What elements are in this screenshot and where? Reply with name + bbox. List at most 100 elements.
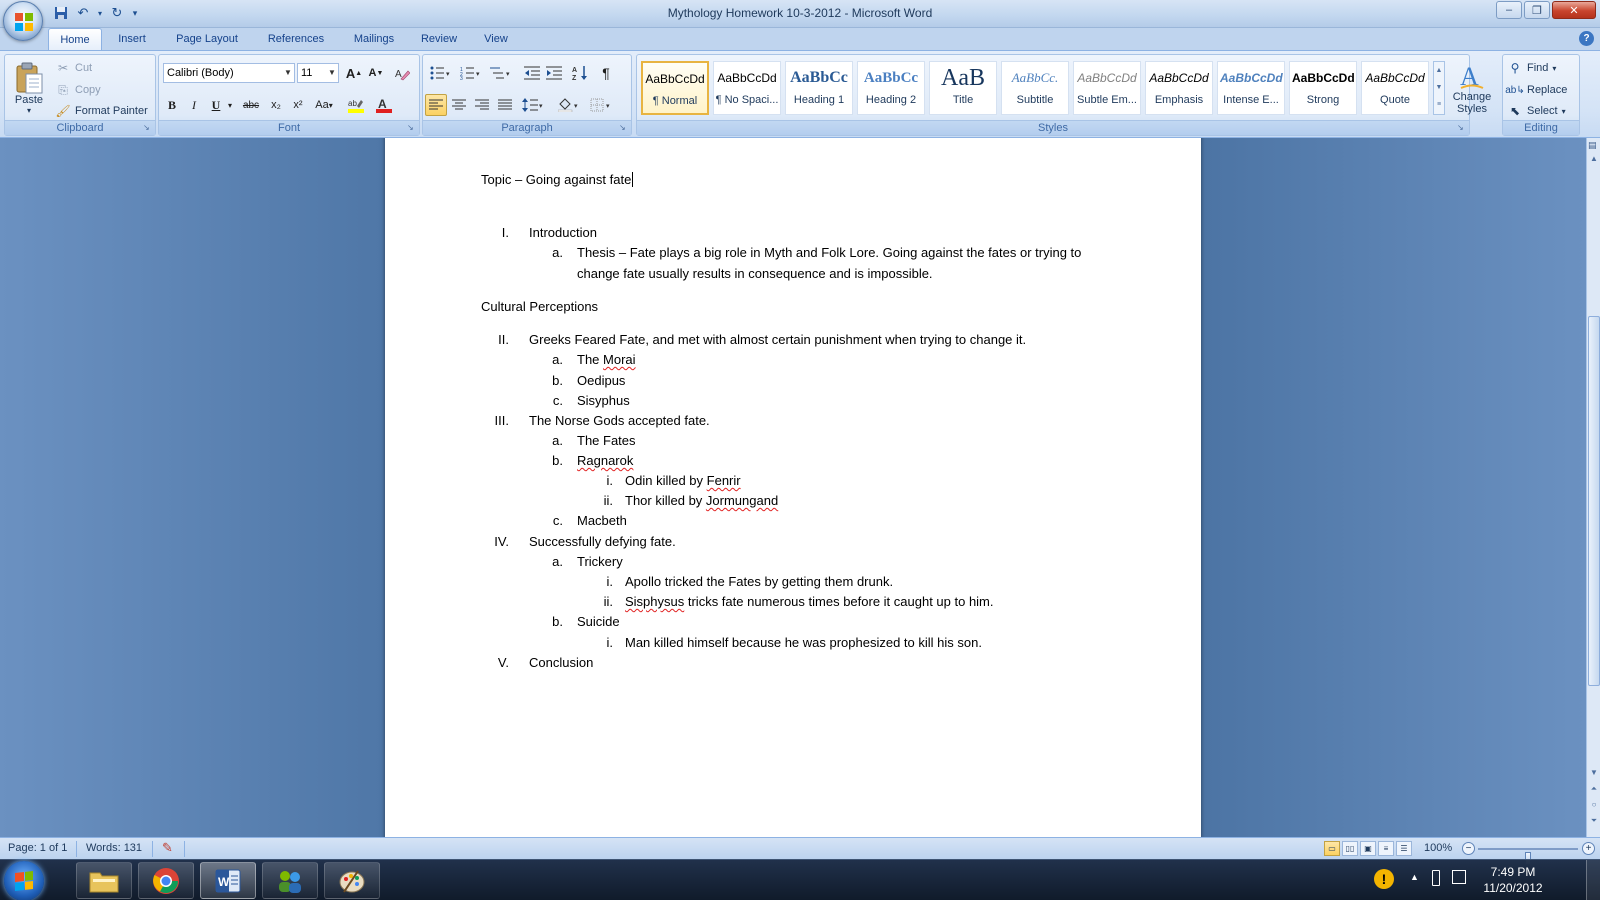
start-button[interactable] <box>4 861 44 900</box>
scrollbar-thumb[interactable] <box>1588 316 1600 686</box>
outline-item[interactable]: Apollo tricked the Fates by getting them… <box>625 574 893 589</box>
align-center-button[interactable] <box>448 94 470 116</box>
outline-item[interactable]: Greeks Feared Fate, and met with almost … <box>529 332 1026 347</box>
outline-item[interactable]: Thor killed by Jormungand <box>625 493 778 508</box>
style-no-spacing[interactable]: AaBbCcDd ¶ No Spaci... <box>713 61 781 115</box>
outline-item-continuation[interactable]: change fate usually results in consequen… <box>577 266 933 281</box>
outline-item[interactable]: Macbeth <box>577 513 627 528</box>
clipboard-launcher-icon[interactable]: ↘ <box>143 123 153 133</box>
align-right-button[interactable] <box>471 94 493 116</box>
strikethrough-button[interactable]: abc <box>239 94 263 116</box>
style-subtitle[interactable]: AaBbCc. Subtitle <box>1001 61 1069 115</box>
style-title[interactable]: AaB Title <box>929 61 997 115</box>
subscript-button[interactable]: x₂ <box>265 94 287 116</box>
outline-item[interactable]: Conclusion <box>529 655 593 670</box>
style-intense-emphasis[interactable]: AaBbCcDd Intense E... <box>1217 61 1285 115</box>
outline-item[interactable]: Sisyphus <box>577 393 630 408</box>
tab-references[interactable]: References <box>258 28 334 50</box>
tab-review[interactable]: Review <box>414 28 464 50</box>
borders-button[interactable]: ▾ <box>587 94 615 116</box>
bullets-button[interactable]: ▾ <box>427 62 455 84</box>
outline-item[interactable]: Introduction <box>529 225 597 240</box>
word-count[interactable]: Words: 131 <box>86 842 142 854</box>
outline-item[interactable]: Suicide <box>577 614 620 629</box>
shrink-font-button[interactable]: A ▼ <box>365 62 387 84</box>
close-button[interactable]: ✕ <box>1552 1 1596 19</box>
styles-launcher-icon[interactable]: ↘ <box>1457 123 1467 133</box>
paste-button[interactable]: Paste ▾ <box>9 57 49 119</box>
scroll-up-arrow-icon[interactable]: ▲ <box>1588 154 1600 168</box>
maximize-button[interactable]: ❐ <box>1524 1 1550 19</box>
taskbar-people[interactable] <box>262 862 318 899</box>
minimize-button[interactable]: – <box>1496 1 1522 19</box>
increase-indent-button[interactable] <box>543 62 565 84</box>
draft-view-button[interactable]: ☰ <box>1396 841 1412 856</box>
grow-font-button[interactable]: A ▲ <box>343 62 365 84</box>
tab-insert[interactable]: Insert <box>108 28 156 50</box>
font-color-button[interactable]: A <box>371 94 397 116</box>
proofing-error-icon[interactable]: ✎ <box>162 840 173 856</box>
underline-dropdown-icon[interactable]: ▾ <box>225 94 235 116</box>
print-layout-view-button[interactable]: ▭ <box>1324 841 1340 856</box>
change-styles-button[interactable]: A Change Styles <box>1452 55 1492 121</box>
style-heading-2[interactable]: AaBbCc Heading 2 <box>857 61 925 115</box>
outline-item[interactable]: Sisphysus tricks fate numerous times bef… <box>625 594 994 609</box>
replace-button[interactable]: ab↳ Replace <box>1505 80 1567 100</box>
section-heading[interactable]: Cultural Perceptions <box>481 299 598 314</box>
network-icon[interactable] <box>1452 870 1466 884</box>
style-quote[interactable]: AaBbCcDd Quote <box>1361 61 1429 115</box>
vertical-scrollbar[interactable]: ▤ ▲ ▼ ⏶ ○ ⏷ <box>1586 138 1600 837</box>
page-count[interactable]: Page: 1 of 1 <box>8 842 67 854</box>
taskbar-clock[interactable]: 7:49 PM 11/20/2012 <box>1478 864 1548 896</box>
highlight-color-button[interactable]: ab <box>343 94 369 116</box>
taskbar-paint[interactable] <box>324 862 380 899</box>
font-launcher-icon[interactable]: ↘ <box>407 123 417 133</box>
document-page[interactable]: Topic – Going against fate I. Introducti… <box>385 138 1201 837</box>
show-hidden-icons-icon[interactable]: ▲ <box>1410 872 1419 882</box>
clear-formatting-icon[interactable]: A <box>391 62 413 84</box>
copy-button[interactable]: ⎘ Copy <box>55 80 101 100</box>
help-icon[interactable]: ? <box>1579 31 1594 46</box>
outline-item[interactable]: Successfully defying fate. <box>529 534 676 549</box>
paragraph-launcher-icon[interactable]: ↘ <box>619 123 629 133</box>
multilevel-list-button[interactable]: ▾ <box>487 62 515 84</box>
outline-item[interactable]: The Fates <box>577 433 636 448</box>
font-name-combo[interactable]: Calibri (Body) ▼ <box>163 63 295 83</box>
outline-item[interactable]: The Morai <box>577 352 636 367</box>
office-button[interactable] <box>3 1 43 41</box>
zoom-in-button[interactable]: + <box>1582 842 1595 855</box>
decrease-indent-button[interactable] <box>521 62 543 84</box>
battery-icon[interactable] <box>1432 870 1440 886</box>
style-subtle-emphasis[interactable]: AaBbCcDd Subtle Em... <box>1073 61 1141 115</box>
zoom-slider[interactable] <box>1478 848 1578 865</box>
view-ruler-icon[interactable]: ▤ <box>1588 140 1599 152</box>
full-screen-reading-view-button[interactable]: ▯▯ <box>1342 841 1358 856</box>
tab-view[interactable]: View <box>476 28 516 50</box>
web-layout-view-button[interactable]: ▣ <box>1360 841 1376 856</box>
select-button[interactable]: ⬉ Select ▾ <box>1507 101 1566 121</box>
outline-item[interactable]: Oedipus <box>577 373 625 388</box>
zoom-out-button[interactable]: − <box>1462 842 1475 855</box>
style-strong[interactable]: AaBbCcDd Strong <box>1289 61 1357 115</box>
shading-button[interactable]: ▾ <box>555 94 583 116</box>
bold-button[interactable]: B <box>161 94 183 116</box>
scroll-down-arrow-icon[interactable]: ▼ <box>1588 768 1600 782</box>
styles-gallery-scroll[interactable]: ▲ ▼ ≡ <box>1433 61 1445 115</box>
italic-button[interactable]: I <box>183 94 205 116</box>
outline-item[interactable]: Ragnarok <box>577 453 633 468</box>
tab-page-layout[interactable]: Page Layout <box>168 28 246 50</box>
tab-mailings[interactable]: Mailings <box>346 28 402 50</box>
numbering-button[interactable]: 1 2 3 ▾ <box>457 62 485 84</box>
tab-home[interactable]: Home <box>48 28 102 51</box>
sort-button[interactable]: AZ <box>569 62 591 84</box>
show-desktop-button[interactable] <box>1586 860 1600 900</box>
outline-item[interactable]: The Norse Gods accepted fate. <box>529 413 710 428</box>
change-case-button[interactable]: Aa ▾ <box>311 94 337 116</box>
superscript-button[interactable]: x² <box>287 94 309 116</box>
justify-button[interactable] <box>494 94 516 116</box>
style-normal[interactable]: AaBbCcDd ¶ Normal <box>641 61 709 115</box>
underline-button[interactable]: U <box>205 94 227 116</box>
outline-item[interactable]: Odin killed by Fenrir <box>625 473 741 488</box>
align-left-button[interactable] <box>425 94 447 116</box>
outline-item[interactable]: Thesis – Fate plays a big role in Myth a… <box>577 245 1081 260</box>
